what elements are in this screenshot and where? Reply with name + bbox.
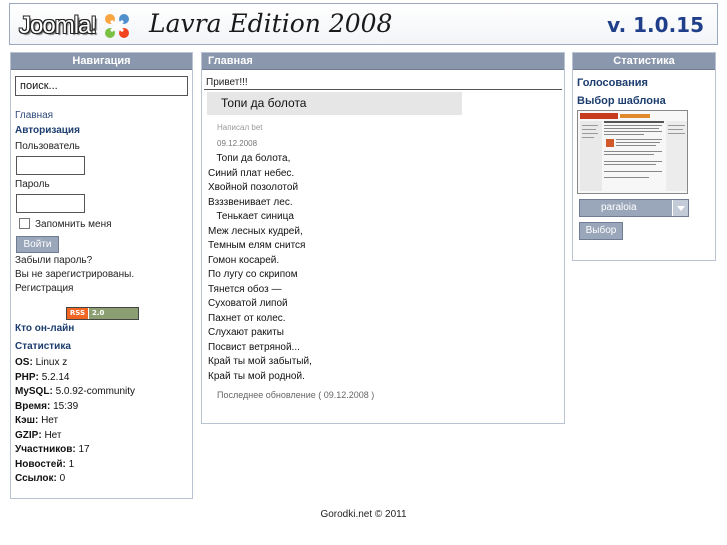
poem-line: Гомон косарей. — [208, 254, 280, 266]
article-updated: Последнее обновление ( 09.12.2008 ) — [217, 390, 375, 400]
poem-line: Пахнет от колес. — [208, 312, 286, 324]
poem-line: Хвойной позолотой — [208, 182, 299, 193]
username-field[interactable] — [16, 156, 85, 175]
rss-feed-badge[interactable]: RSS 2.0 — [66, 307, 139, 320]
not-registered-text: Вы не зарегистрированы. — [15, 269, 135, 280]
stat-mysql: MySQL: 5.0.92-community — [15, 386, 136, 397]
remember-me-label: Запомнить меня — [35, 219, 112, 230]
article-author: Написал bet — [217, 123, 263, 132]
poem-line: Взззвенивает лес. — [208, 196, 293, 208]
joomla-logo-text: Joomla! — [19, 12, 97, 39]
stat-cache: Кэш: Нет — [15, 415, 59, 426]
poem-line: Темным елям снится — [208, 240, 306, 251]
login-button[interactable]: Войти — [16, 236, 59, 253]
polls-heading: Голосования — [577, 77, 648, 89]
joomla-logo-icon — [105, 14, 129, 38]
statistics-panel: Статистика Голосования Выбор шаблона par… — [572, 52, 716, 261]
rss-badge-right: 2.0 — [89, 308, 138, 319]
poem-line: По лугу со скрипом — [208, 269, 298, 280]
greeting-text: Привет!!! — [206, 77, 248, 88]
article-date: 09.12.2008 — [217, 139, 258, 148]
username-label: Пользователь — [15, 141, 80, 152]
stat-news: Новостей: 1 — [15, 459, 75, 470]
stat-php: PHP: 5.2.14 — [15, 372, 70, 383]
password-field[interactable] — [16, 194, 85, 213]
stat-time: Время: 15:39 — [15, 401, 79, 412]
poem-line: Тенькает синица — [208, 211, 294, 222]
stat-links: Ссылок: 0 — [15, 473, 66, 484]
poem-line: Суховатой липой — [208, 298, 288, 309]
site-header: Joomla! Lavra Edition 2008 v. 1.0.15 — [9, 3, 718, 45]
auth-heading: Авторизация — [15, 125, 80, 136]
main-content-panel: Главная Привет!!! Топи да болота Написал… — [201, 52, 565, 424]
password-label: Пароль — [15, 179, 50, 190]
template-select[interactable]: paraloia — [579, 199, 689, 217]
navigation-title: Навигация — [11, 53, 192, 70]
article-body: Топи да болота, Синий плат небес. Хвойно… — [208, 152, 312, 384]
poem-line: Посвист ветряной... — [208, 341, 300, 353]
remember-me-checkbox[interactable] — [19, 218, 30, 229]
poem-line: Топи да болота, — [208, 153, 291, 164]
article-title: Топи да болота — [207, 92, 462, 115]
template-select-value: paraloia — [601, 202, 637, 213]
edition-title: Lavra Edition 2008 — [149, 9, 393, 38]
stat-members: Участников: 17 — [15, 444, 90, 455]
rss-badge-left: RSS — [67, 308, 89, 319]
search-input[interactable]: поиск... — [15, 76, 188, 96]
template-preview-image — [577, 110, 688, 194]
stats-heading: Статистика — [15, 341, 71, 352]
footer-copyright: Gorodki.net © 2011 — [320, 509, 407, 520]
template-preview-icon — [578, 111, 687, 193]
poem-line: Тянется обоз — — [208, 283, 282, 295]
poem-line: Край ты мой забытый, — [208, 356, 312, 367]
template-chooser-heading: Выбор шаблона — [577, 95, 666, 107]
poem-line: Меж лесных кудрей, — [208, 225, 303, 237]
stat-os: OS: Linux z — [15, 357, 68, 368]
stat-gzip: GZIP: Нет — [15, 430, 62, 441]
poem-line: Синий плат небес. — [208, 167, 295, 179]
poem-line: Край ты мой родной. — [208, 370, 305, 382]
register-link[interactable]: Регистрация — [15, 283, 73, 294]
select-template-button[interactable]: Выбор — [579, 222, 623, 240]
forgot-password-link[interactable]: Забыли пароль? — [15, 255, 92, 266]
chevron-down-icon[interactable] — [672, 200, 688, 216]
navigation-panel: Навигация поиск... Главная Авторизация П… — [10, 52, 193, 499]
version-label: v. 1.0.15 — [607, 13, 704, 37]
poem-line: Слухают ракиты — [208, 327, 284, 338]
greeting-divider — [204, 89, 562, 90]
statistics-title: Статистика — [573, 53, 715, 70]
nav-link-home[interactable]: Главная — [15, 110, 53, 121]
whos-online-heading: Кто он-лайн — [15, 323, 75, 334]
main-title: Главная — [202, 53, 564, 70]
